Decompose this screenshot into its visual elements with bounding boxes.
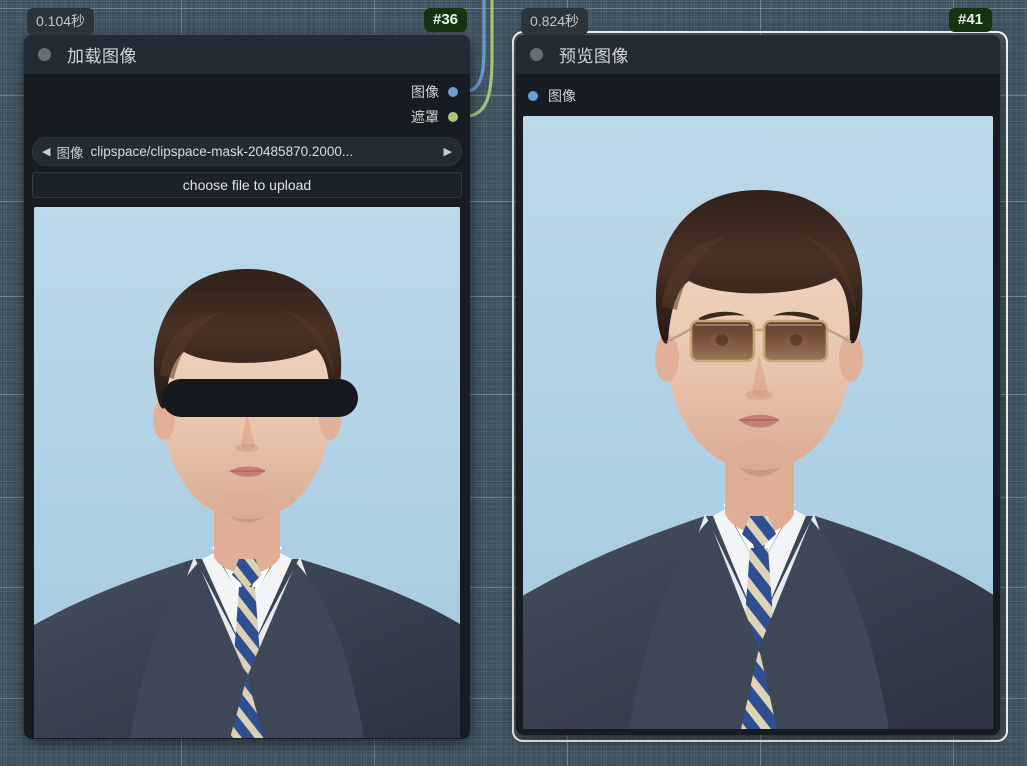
output-port-image-label: 图像	[411, 84, 439, 100]
node-preview-image[interactable]: 预览图像 图像	[516, 35, 1000, 735]
node-title: 预览图像	[559, 47, 629, 66]
collapse-toggle-icon[interactable]	[530, 48, 543, 61]
node-body: 图像	[516, 75, 1000, 735]
chevron-left-icon[interactable]: ◀	[42, 145, 50, 158]
output-port-image-dot[interactable]	[448, 87, 458, 97]
combo-widget-key: 图像	[56, 145, 84, 161]
image-preview-result[interactable]	[523, 116, 993, 729]
image-file-combo-widget[interactable]: ◀ 图像 clipspace/clipspace-mask-20485870.2…	[32, 137, 462, 166]
node-load-image[interactable]: 加载图像 图像 遮罩 ◀ 图像 clipspace/clipspace-mask…	[24, 35, 470, 739]
node-id-badge: #36	[424, 8, 468, 32]
choose-file-to-upload-button[interactable]: choose file to upload	[32, 172, 462, 198]
output-port-mask-dot[interactable]	[448, 112, 458, 122]
node-title-bar[interactable]: 加载图像	[24, 35, 470, 75]
node-exec-time: 0.824秒	[521, 8, 589, 35]
portrait-illustration-sunglasses	[523, 116, 993, 729]
input-port-image-label: 图像	[548, 88, 576, 104]
chevron-right-icon[interactable]: ▶	[444, 145, 452, 158]
image-preview-masked[interactable]	[34, 207, 460, 738]
combo-widget-value[interactable]: clipspace/clipspace-mask-20485870.2000..…	[90, 144, 443, 159]
output-port-image[interactable]: 图像	[24, 81, 470, 103]
collapse-toggle-icon[interactable]	[38, 48, 51, 61]
node-title-bar[interactable]: 预览图像	[516, 35, 1000, 75]
node-id-badge: #41	[949, 8, 993, 32]
output-port-mask[interactable]: 遮罩	[24, 106, 470, 128]
choose-file-to-upload-label: choose file to upload	[182, 177, 312, 193]
input-port-image-dot[interactable]	[528, 91, 538, 101]
node-title: 加载图像	[67, 47, 137, 66]
node-graph-canvas[interactable]: 0.104秒 #36 加载图像 图像 遮罩 ◀ 图像 clipspace/cli…	[0, 0, 1027, 766]
input-port-image[interactable]: 图像	[516, 85, 1000, 107]
node-body: 图像 遮罩 ◀ 图像 clipspace/clipspace-mask-2048…	[24, 75, 470, 739]
output-port-mask-label: 遮罩	[411, 109, 439, 125]
portrait-illustration-masked	[34, 207, 460, 738]
node-exec-time: 0.104秒	[27, 8, 95, 35]
